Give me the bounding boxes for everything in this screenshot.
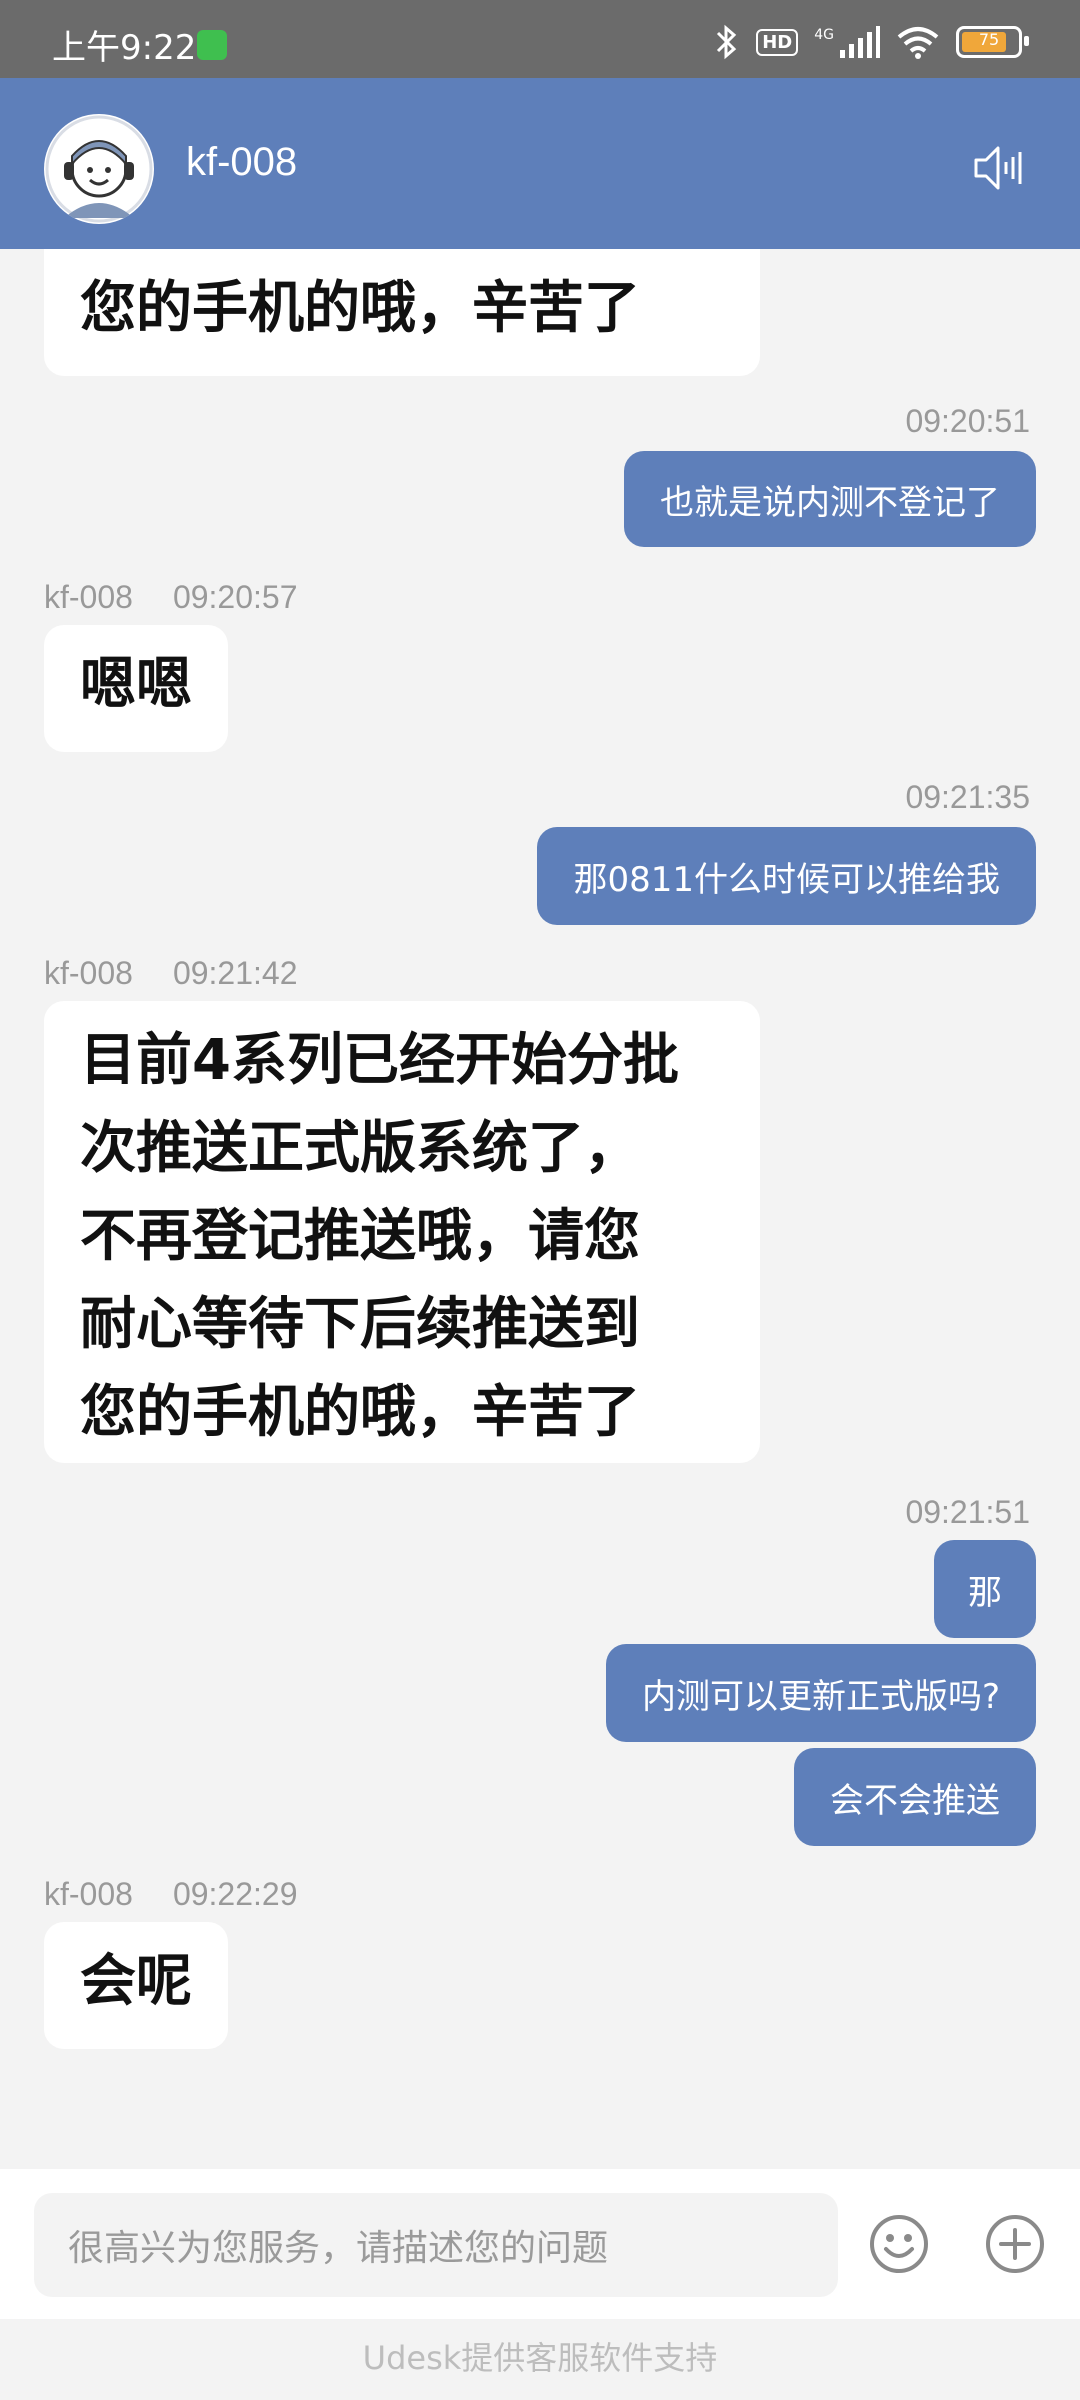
status-time: 上午9:22 bbox=[52, 28, 197, 68]
notification-icon bbox=[197, 30, 227, 60]
message-line: 耐心等待下后续推送到 bbox=[80, 1292, 640, 1357]
message-line: 目前4系列已经开始分批 bbox=[80, 1028, 679, 1093]
message-text: 嗯嗯 bbox=[80, 652, 192, 717]
sender-name: kf-008 bbox=[44, 955, 133, 991]
message-outgoing: 那0811什么时候可以推给我 bbox=[537, 827, 1036, 925]
agent-avatar bbox=[44, 114, 154, 224]
message-text: 也就是说内测不登记了 bbox=[660, 482, 1000, 523]
message-incoming: 会呢 bbox=[44, 1922, 228, 2049]
emoji-icon[interactable] bbox=[866, 2211, 932, 2277]
message-outgoing: 内测可以更新正式版吗? bbox=[605, 1644, 1036, 1742]
message-time: 09:21:42 bbox=[172, 955, 298, 991]
battery-icon: 75 bbox=[956, 26, 1029, 58]
message-line: 您的手机的哦，辛苦了 bbox=[80, 1380, 640, 1445]
message-text: 您的手机的哦，辛苦了 bbox=[80, 276, 640, 341]
input-bar: 很高兴为您服务，请描述您的问题 bbox=[0, 2169, 1080, 2319]
message-text: 会呢 bbox=[80, 1949, 192, 2014]
chat-header: kf-008 bbox=[0, 78, 1080, 249]
message-line: 不再登记推送哦，请您 bbox=[80, 1204, 640, 1269]
plus-icon[interactable] bbox=[982, 2211, 1048, 2277]
battery-level: 75 bbox=[978, 30, 1000, 49]
message-incoming: 目前4系列已经开始分批 次推送正式版系统了， 不再登记推送哦，请您 耐心等待下后… bbox=[44, 1001, 760, 1463]
message-incoming: 您的手机的哦，辛苦了 bbox=[44, 249, 760, 376]
message-time: 09:22:29 bbox=[172, 1876, 298, 1912]
sender-name: kf-008 bbox=[44, 579, 133, 615]
message-meta: kf-008 09:21:42 bbox=[44, 955, 298, 992]
message-time: 09:21:51 bbox=[905, 1494, 1030, 1530]
message-text: 会不会推送 bbox=[830, 1780, 1000, 1821]
message-input[interactable]: 很高兴为您服务，请描述您的问题 bbox=[34, 2193, 838, 2297]
message-outgoing: 那 bbox=[934, 1540, 1036, 1638]
agent-name: kf-008 bbox=[186, 140, 298, 184]
message-outgoing: 也就是说内测不登记了 bbox=[624, 451, 1036, 547]
message-time: 09:20:57 bbox=[172, 579, 298, 615]
hd-badge: HD bbox=[756, 28, 799, 56]
message-line: 次推送正式版系统了， bbox=[80, 1116, 640, 1181]
message-text: 内测可以更新正式版吗? bbox=[641, 1676, 1000, 1717]
chat-messages[interactable]: 您的手机的哦，辛苦了 09:20:51 也就是说内测不登记了 kf-008 09:… bbox=[0, 249, 1080, 2169]
message-meta: kf-008 09:20:57 bbox=[44, 579, 298, 616]
message-incoming: 嗯嗯 bbox=[44, 625, 228, 752]
sender-name: kf-008 bbox=[44, 1876, 133, 1912]
powered-by-footer: Udesk提供客服软件支持 bbox=[0, 2319, 1080, 2400]
speaker-icon[interactable] bbox=[972, 142, 1024, 194]
message-text: 那 bbox=[968, 1572, 1002, 1613]
signal-icon bbox=[840, 26, 880, 58]
status-bar: 上午9:22 HD 4G 75 bbox=[0, 0, 1080, 78]
status-icons: HD 4G 75 bbox=[714, 24, 1029, 60]
message-time: 09:21:35 bbox=[905, 779, 1030, 815]
message-outgoing: 会不会推送 bbox=[794, 1748, 1036, 1846]
message-time: 09:20:51 bbox=[905, 403, 1030, 439]
message-text: 那0811什么时候可以推给我 bbox=[573, 859, 1000, 900]
input-placeholder: 很高兴为您服务，请描述您的问题 bbox=[68, 2228, 609, 2269]
wifi-icon bbox=[897, 27, 939, 59]
network-type: 4G bbox=[814, 27, 834, 43]
message-meta: kf-008 09:22:29 bbox=[44, 1876, 298, 1913]
bluetooth-icon bbox=[717, 24, 737, 60]
